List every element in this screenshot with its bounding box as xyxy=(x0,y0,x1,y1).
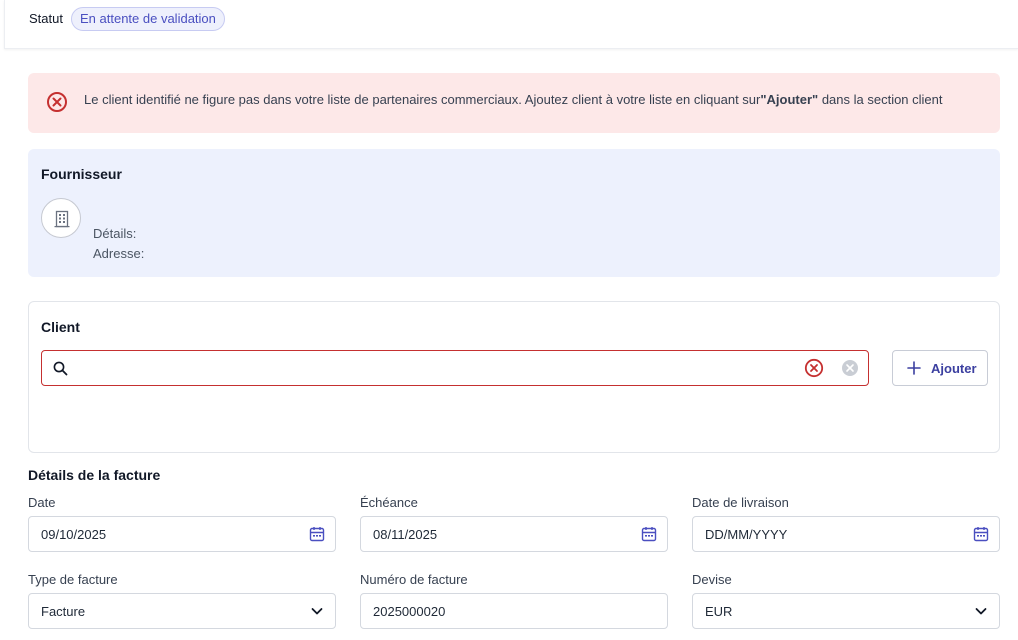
error-circle-icon xyxy=(47,92,67,112)
supplier-section: Fournisseur Détails: Adresse: xyxy=(28,149,1000,277)
supplier-title: Fournisseur xyxy=(41,166,122,182)
alert-message: Le client identifié ne figure pas dans v… xyxy=(84,92,943,107)
error-circle-icon xyxy=(804,358,824,378)
error-alert: Le client identifié ne figure pas dans v… xyxy=(28,73,1000,133)
calendar-icon[interactable] xyxy=(973,526,989,542)
status-badge: En attente de validation xyxy=(71,7,225,31)
delivery-date-label: Date de livraison xyxy=(692,495,789,510)
building-icon xyxy=(54,210,70,228)
invoice-number-value: 2025000020 xyxy=(373,604,446,619)
date-field[interactable]: 09/10/2025 xyxy=(28,516,336,552)
invoice-type-label: Type de facture xyxy=(28,572,118,587)
currency-value: EUR xyxy=(705,604,733,619)
due-date-field[interactable]: 08/11/2025 xyxy=(360,516,668,552)
client-search-input[interactable] xyxy=(78,357,798,379)
chevron-down-icon xyxy=(311,608,323,615)
client-section: Client Ajouter xyxy=(28,301,1000,453)
client-search-field[interactable] xyxy=(41,350,869,386)
supplier-address-label: Adresse: xyxy=(93,246,145,261)
calendar-icon[interactable] xyxy=(641,526,657,542)
invoice-details-title: Détails de la facture xyxy=(28,467,161,483)
clear-icon[interactable] xyxy=(841,359,859,377)
date-value: 09/10/2025 xyxy=(41,527,107,542)
client-title: Client xyxy=(41,319,80,335)
chevron-down-icon xyxy=(975,608,987,615)
plus-icon xyxy=(907,361,921,375)
search-icon xyxy=(53,361,68,376)
invoice-number-label: Numéro de facture xyxy=(360,572,468,587)
status-label: Statut xyxy=(29,11,63,26)
currency-select[interactable]: EUR xyxy=(692,593,1000,629)
add-client-button[interactable]: Ajouter xyxy=(892,350,988,386)
currency-label: Devise xyxy=(692,572,732,587)
supplier-avatar xyxy=(41,198,81,238)
date-label: Date xyxy=(28,495,56,510)
status-bar: Statut En attente de validation xyxy=(4,0,1018,49)
invoice-type-value: Facture xyxy=(41,604,86,619)
delivery-date-value: DD/MM/YYYY xyxy=(705,527,788,542)
supplier-details-label: Détails: xyxy=(93,226,137,241)
invoice-type-select[interactable]: Facture xyxy=(28,593,336,629)
alert-bold-text: "Ajouter" xyxy=(760,92,819,107)
invoice-number-field[interactable]: 2025000020 xyxy=(360,593,668,629)
delivery-date-field[interactable]: DD/MM/YYYY xyxy=(692,516,1000,552)
calendar-icon[interactable] xyxy=(309,526,325,542)
due-date-label: Échéance xyxy=(360,495,418,510)
add-client-label: Ajouter xyxy=(931,361,977,376)
due-date-value: 08/11/2025 xyxy=(373,527,438,542)
